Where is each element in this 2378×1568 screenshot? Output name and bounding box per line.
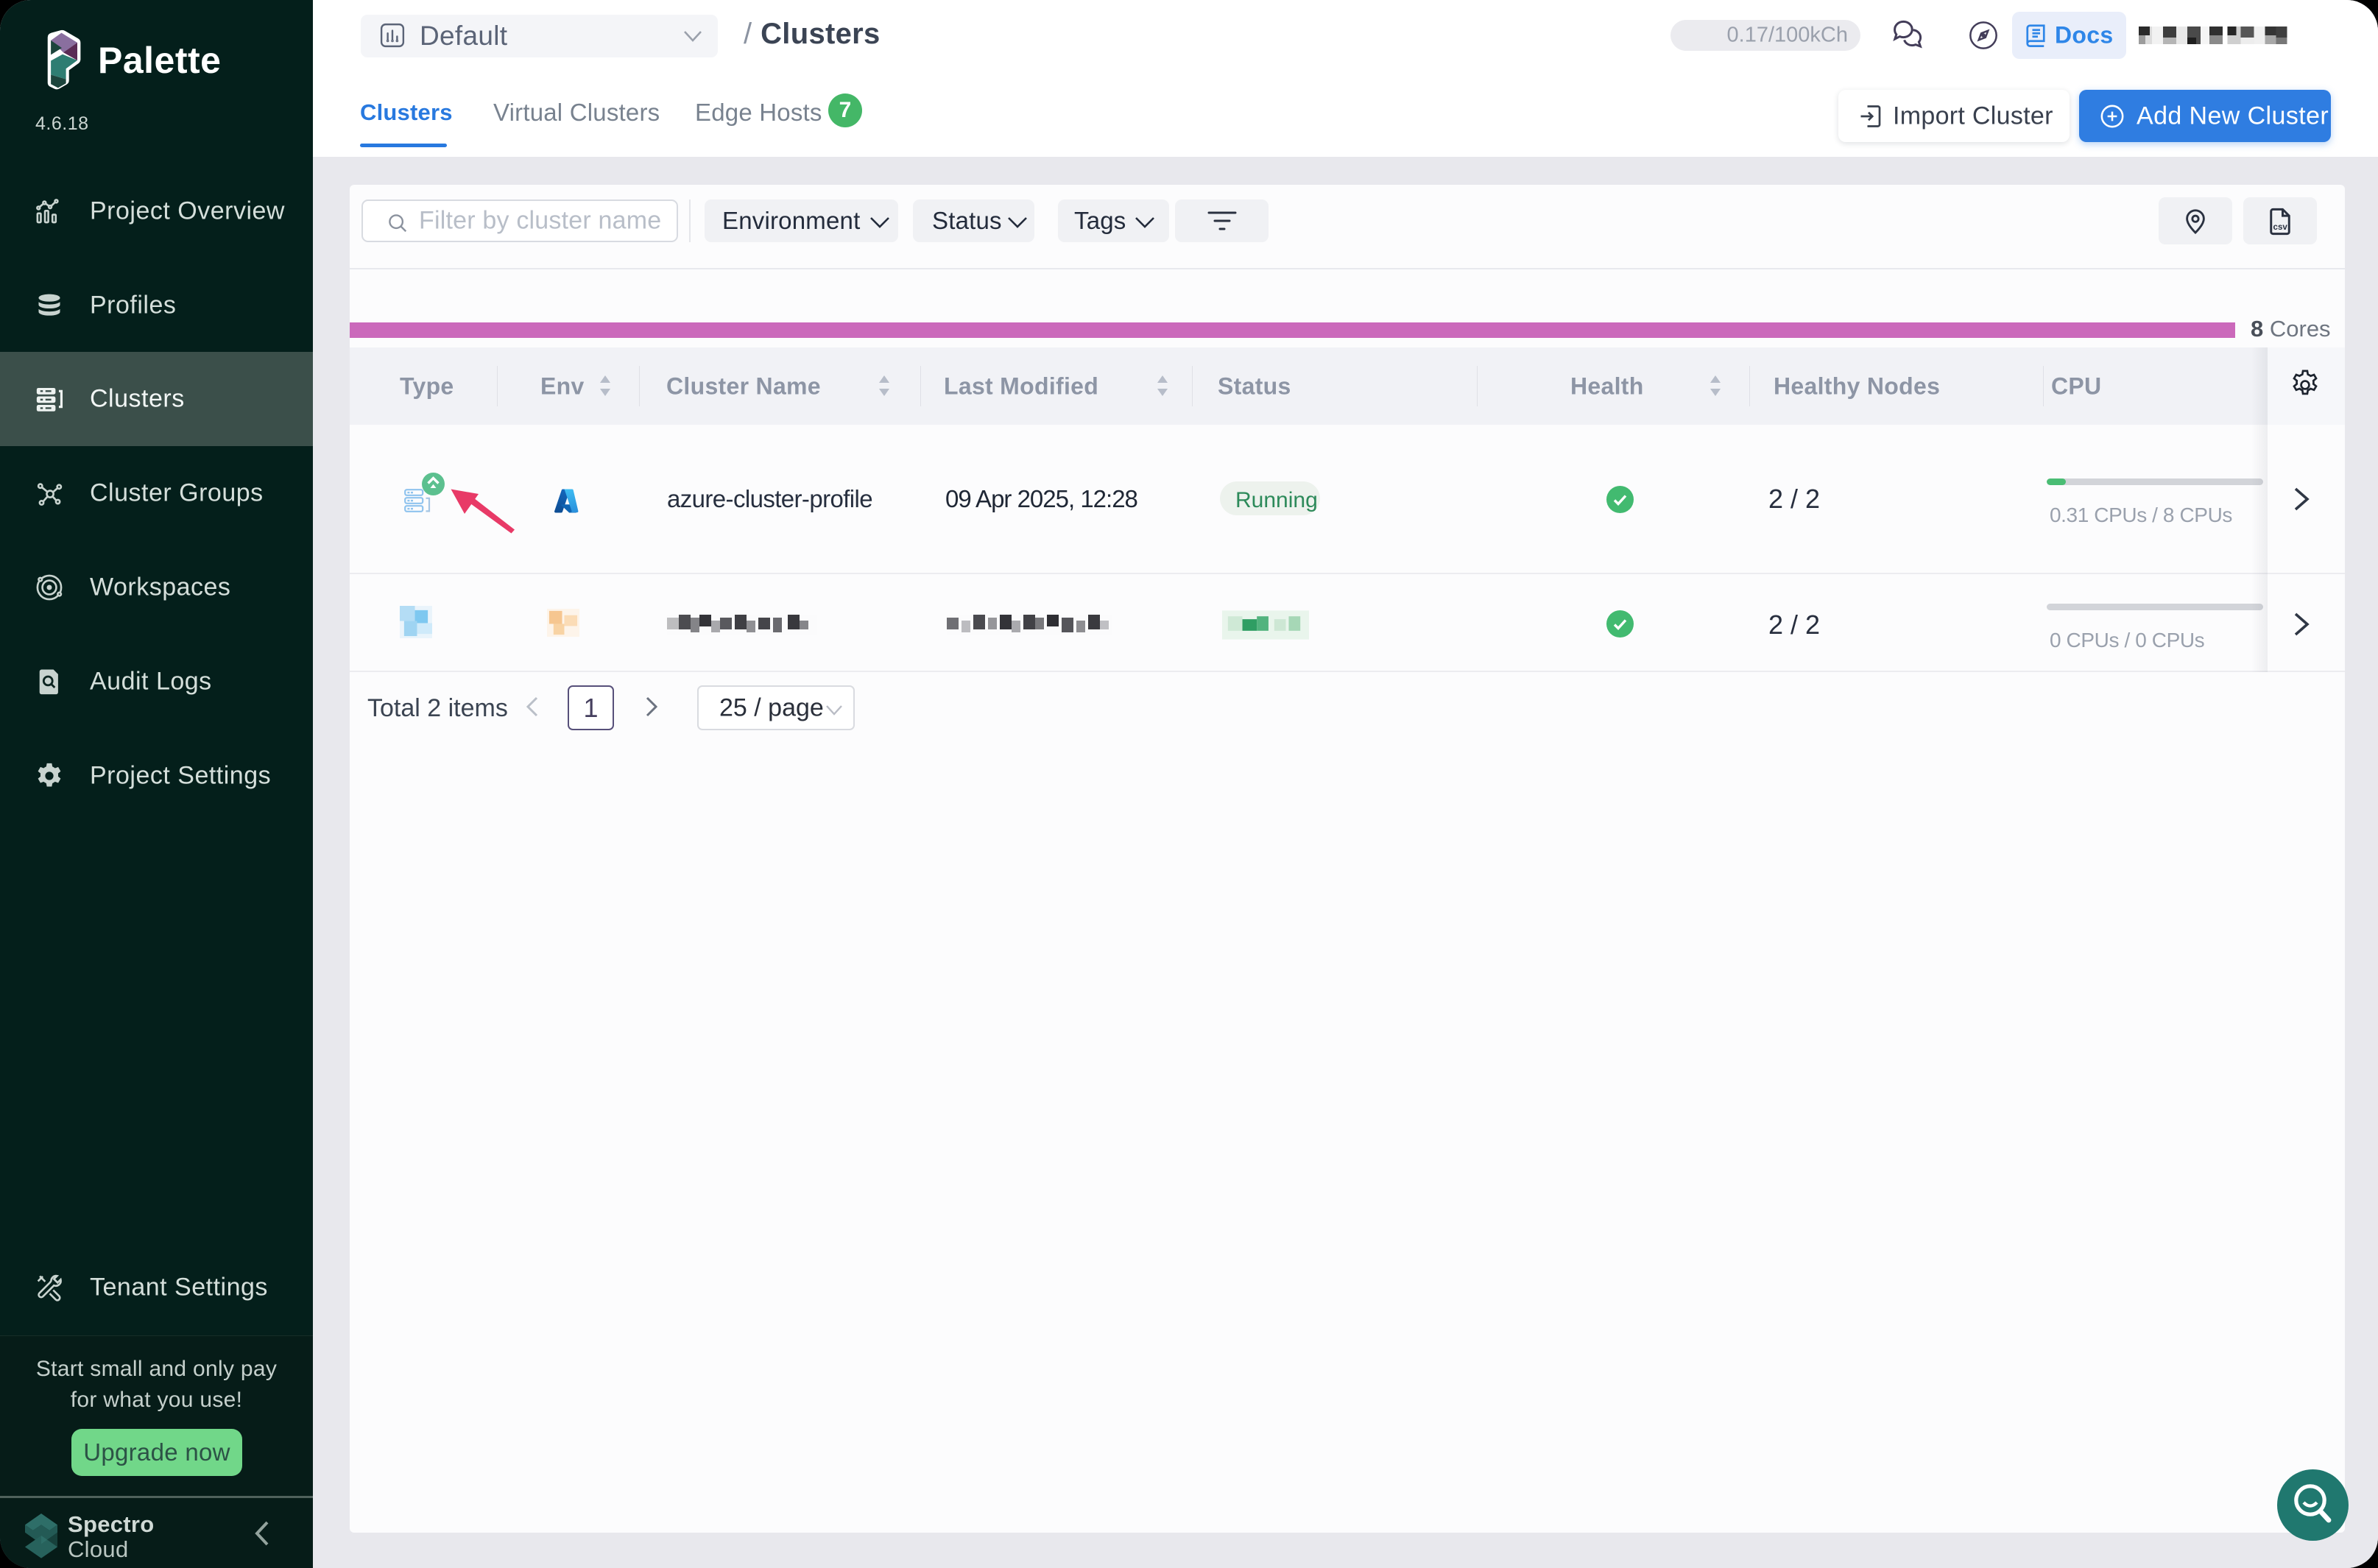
- svg-text:csv: csv: [2273, 223, 2288, 232]
